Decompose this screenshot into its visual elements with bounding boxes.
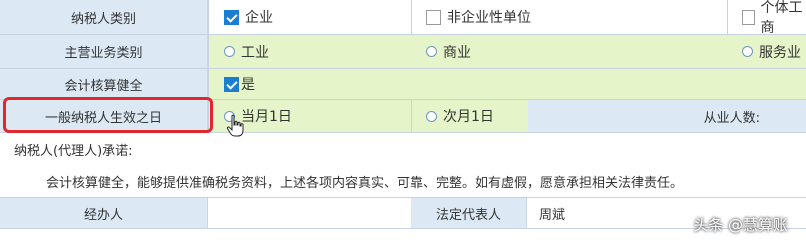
option-industry[interactable]: 工业 bbox=[210, 42, 269, 62]
option-commerce-label: 商业 bbox=[443, 44, 471, 61]
option-current-month[interactable]: 当月1日 bbox=[210, 106, 292, 126]
business-category-options: 工业 商业 服务业 bbox=[208, 35, 806, 68]
legal-rep-label-cell: 法定代表人 bbox=[411, 198, 527, 228]
commitment-title: 纳税人(代理人)承诺: bbox=[14, 144, 133, 159]
yes-checkbox-icon[interactable] bbox=[224, 76, 239, 92]
handler-value-cell[interactable] bbox=[208, 198, 411, 228]
option-individual-label: 个体工商 bbox=[760, 0, 803, 36]
effective-date-options: 当月1日 次月1日 bbox=[208, 100, 528, 132]
option-current-month-label: 当月1日 bbox=[241, 109, 292, 125]
employees-label-cell: 从业人数: bbox=[528, 100, 806, 132]
business-category-label: 主营业务类别 bbox=[64, 46, 143, 61]
service-radio-icon[interactable] bbox=[742, 46, 753, 57]
commerce-radio-icon[interactable] bbox=[426, 46, 437, 57]
watermark: 头条 @慧算账 bbox=[693, 216, 788, 234]
industry-radio-icon[interactable] bbox=[224, 46, 235, 57]
employees-label: 从业人数: bbox=[703, 110, 760, 126]
legal-rep-value: 周斌 bbox=[539, 207, 566, 223]
legal-rep-label: 法定代表人 bbox=[435, 207, 501, 223]
next-month-radio-icon[interactable] bbox=[426, 110, 437, 122]
signature-row: 经办人 法定代表人 周斌 bbox=[0, 198, 806, 228]
taxpayer-type-options: 企业 非企业性单位 个体工商 bbox=[208, 0, 806, 37]
option-enterprise[interactable]: 企业 bbox=[210, 7, 273, 27]
option-yes[interactable]: 是 bbox=[210, 74, 255, 94]
option-next-month-label: 次月1日 bbox=[443, 109, 494, 125]
business-category-label-cell: 主营业务类别 bbox=[0, 35, 208, 68]
taxpayer-type-label: 纳税人类别 bbox=[70, 11, 136, 27]
option-commerce[interactable]: 商业 bbox=[412, 42, 471, 62]
taxpayer-type-label-cell: 纳税人类别 bbox=[0, 0, 208, 34]
option-industry-label: 工业 bbox=[241, 44, 269, 61]
accounting-options: 是 bbox=[208, 69, 806, 99]
option-enterprise-label: 企业 bbox=[245, 10, 273, 26]
taxpayer-type-row: 纳税人类别 企业 非企业性单位 个体工商 bbox=[0, 0, 806, 37]
accounting-label-cell: 会计核算健全 bbox=[0, 69, 208, 99]
option-non-enterprise[interactable]: 非企业性单位 bbox=[412, 7, 531, 27]
accounting-row: 会计核算健全 是 bbox=[0, 69, 806, 99]
option-non-enterprise-label: 非企业性单位 bbox=[447, 10, 531, 26]
business-category-row: 主营业务类别 工业 商业 服务业 bbox=[0, 35, 806, 68]
accounting-label: 会计核算健全 bbox=[64, 78, 143, 94]
highlight-box bbox=[3, 97, 213, 133]
option-yes-label: 是 bbox=[241, 77, 255, 93]
handler-label: 经办人 bbox=[83, 207, 123, 223]
handler-label-cell: 经办人 bbox=[0, 198, 208, 228]
option-next-month[interactable]: 次月1日 bbox=[412, 106, 494, 126]
enterprise-checkbox-icon[interactable] bbox=[224, 9, 239, 25]
option-individual[interactable]: 个体工商 bbox=[728, 0, 806, 37]
option-service-label: 服务业 bbox=[759, 44, 801, 61]
commitment-text: 会计核算健全，能够提供准确税务资料，上述各项内容真实、可靠、完整。如有虚假，愿意… bbox=[46, 176, 684, 191]
non-enterprise-checkbox-icon[interactable] bbox=[426, 9, 441, 25]
individual-checkbox-icon[interactable] bbox=[742, 9, 755, 25]
hand-cursor-icon bbox=[226, 114, 244, 137]
option-service[interactable]: 服务业 bbox=[728, 42, 801, 62]
